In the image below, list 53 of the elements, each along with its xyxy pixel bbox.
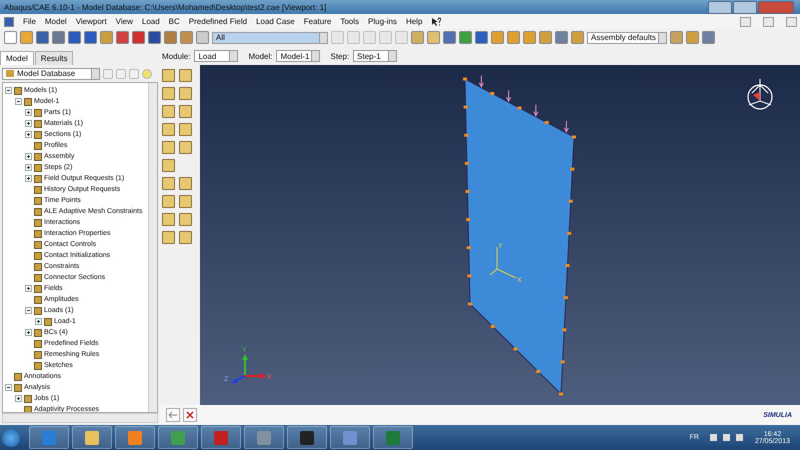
minimize-button[interactable] [708,0,732,14]
menu-item[interactable]: Load [142,17,160,26]
expand-toggle[interactable] [35,318,42,325]
menu-item[interactable]: Model [44,17,67,26]
window-title: Abaqus/CAE 6.10-1 - Model Database: C:\Users\Mohamed\Desktop\test2.cae [Viewport: 1] [4,2,328,12]
help-cursor-icon[interactable] [431,16,442,26]
back-arrow-icon [168,411,178,419]
view-cube-icon [747,78,773,110]
menu-item[interactable]: Help [406,17,422,26]
context-dropdown[interactable]: Load [194,50,238,62]
close-button[interactable] [758,0,794,14]
context-label: Module: [162,52,190,60]
vertical-scrollbar[interactable] [148,83,157,412]
expand-toggle[interactable] [25,164,32,171]
menu-item[interactable]: Tools [340,17,360,26]
context-label: Step: [330,52,350,60]
context-label: Model: [248,52,272,60]
context-dropdown[interactable]: Step-1 [353,50,398,62]
close-icon [186,411,194,419]
expand-toggle[interactable] [25,175,32,182]
menu-item[interactable]: Load Case [256,17,295,26]
menu-item[interactable]: BC [168,17,180,26]
expand-toggle[interactable] [5,384,12,391]
panel-tab[interactable]: Results [34,51,74,65]
expand-toggle[interactable] [25,153,32,160]
expand-toggle[interactable] [25,120,32,127]
expand-toggle[interactable] [25,307,32,314]
expand-toggle[interactable] [25,131,32,138]
menu-item[interactable]: View [116,17,133,26]
maximize-button[interactable] [733,0,757,14]
menu-item[interactable]: File [23,17,36,26]
expand-toggle[interactable] [25,329,32,336]
minimize-button[interactable] [740,16,751,26]
panel-tab[interactable]: Model [0,51,34,65]
expand-toggle[interactable] [15,98,22,105]
context-dropdown[interactable]: Model-1 [276,50,320,62]
selection-filter-dropdown[interactable]: All [212,32,328,44]
tree-source-dropdown[interactable]: Model Database [2,68,100,80]
expand-toggle[interactable] [25,285,32,292]
start-button[interactable] [2,428,20,446]
expand-toggle[interactable] [5,87,12,94]
back-arrow-button[interactable] [166,408,180,422]
render-style-dropdown[interactable]: Assembly defaults [587,32,667,44]
expand-toggle[interactable] [15,395,22,402]
restore-button[interactable] [763,16,774,26]
cancel-button[interactable] [183,408,197,422]
expand-toggle[interactable] [25,109,32,116]
menu-item[interactable]: Viewport [76,17,107,26]
menu-item[interactable]: Feature [304,17,332,26]
menu-item[interactable]: Predefined Field [188,17,248,26]
close-button[interactable] [786,16,797,26]
menu-item[interactable]: Plug-ins [368,17,397,26]
horizontal-scrollbar[interactable] [2,413,158,423]
